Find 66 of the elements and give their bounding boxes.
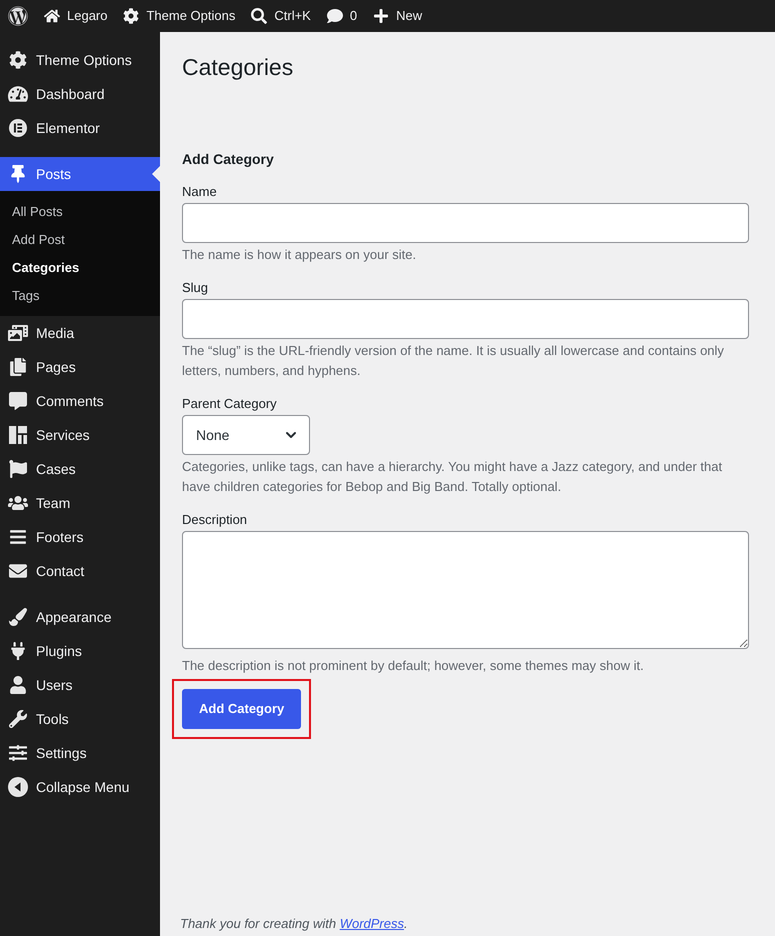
lines-icon — [8, 528, 28, 546]
layout-icon — [8, 426, 28, 444]
field-hint: The description is not prominent by default; however, some themes may show it. — [182, 657, 645, 675]
field-label: Description — [182, 511, 248, 529]
add-category-button[interactable]: Add Category — [182, 689, 302, 729]
gear-icon — [123, 8, 140, 24]
text-input[interactable] — [182, 299, 749, 339]
gear-icon — [8, 51, 28, 69]
field-hint: The “slug” is the URL-friendly version of the name. It is usually all lowercase and contains only letters, numbers, and hyphens. — [182, 342, 725, 380]
menu-item[interactable]: Tools — [0, 702, 160, 736]
wrench-icon — [8, 710, 28, 728]
field-label: Parent Category — [182, 395, 278, 413]
dropdown-select[interactable]: None — [182, 415, 310, 455]
documents-icon — [8, 358, 28, 376]
footer-text: Thank you for creating with WordPress. — [180, 915, 409, 933]
form-heading: Add Category — [182, 150, 275, 168]
image-film-icon — [8, 324, 28, 342]
menu-item[interactable]: Team — [0, 486, 160, 520]
menu-item[interactable]: Dashboard — [0, 77, 160, 111]
speech-bubble-icon — [326, 8, 343, 24]
menu-item[interactable]: Plugins — [0, 634, 160, 668]
menu-item[interactable]: Footers — [0, 520, 160, 554]
menu-item[interactable]: Media — [0, 316, 160, 350]
circle-bars-icon — [8, 119, 28, 137]
envelope-icon — [8, 562, 28, 580]
theme-options-link[interactable]: Theme Options — [115, 0, 244, 32]
submenu-item[interactable]: All Posts — [0, 198, 160, 226]
gauge-icon — [8, 85, 28, 103]
paintbrush-icon — [8, 608, 28, 626]
field-hint: Categories, unlike tags, can have a hierarchy. You might have a Jazz category, and under that have children categories for Bebop and Big Band. Totally optional. — [182, 458, 724, 496]
menu-item[interactable]: Appearance — [0, 600, 160, 634]
speech-bubble-icon — [8, 392, 28, 410]
submenu-item[interactable]: Add Post — [0, 226, 160, 254]
menu-item[interactable]: Users — [0, 668, 160, 702]
field-hint: The name is how it appears on your site. — [182, 246, 418, 264]
menu-item[interactable]: Comments — [0, 384, 160, 418]
collapse-menu-button[interactable]: Collapse Menu — [0, 770, 160, 804]
menu-item[interactable]: Theme Options — [0, 43, 160, 77]
search-icon — [251, 8, 268, 24]
flag-icon — [8, 460, 28, 478]
wordpress-link[interactable]: WordPress — [340, 916, 404, 931]
site-logo-icon — [8, 6, 28, 26]
house-icon — [44, 8, 60, 24]
site-name-link[interactable]: Legaro — [36, 0, 116, 32]
new-content-link[interactable]: New — [365, 0, 430, 32]
plus-icon — [373, 8, 390, 24]
page-title: Categories — [182, 53, 294, 82]
menu-item[interactable]: Pages — [0, 350, 160, 384]
menu-item[interactable]: Services — [0, 418, 160, 452]
circle-left-icon — [8, 777, 28, 797]
menu-item[interactable]: Settings — [0, 736, 160, 770]
sliders-icon — [8, 744, 28, 762]
submenu-item[interactable]: Tags — [0, 282, 160, 310]
people-icon — [8, 494, 28, 512]
menu-item[interactable]: Elementor — [0, 111, 160, 145]
textarea-field[interactable] — [182, 531, 749, 649]
search-button[interactable]: Ctrl+K — [243, 0, 319, 32]
submenu-item[interactable]: Categories — [0, 254, 160, 282]
field-label: Slug — [182, 279, 210, 297]
person-icon — [8, 676, 28, 694]
menu-item[interactable]: Posts — [0, 157, 160, 191]
comments-link[interactable]: 0 — [318, 0, 366, 32]
menu-item[interactable]: Contact — [0, 554, 160, 588]
text-input[interactable] — [182, 203, 749, 243]
menu-item[interactable]: Cases — [0, 452, 160, 486]
field-label: Name — [182, 183, 218, 201]
